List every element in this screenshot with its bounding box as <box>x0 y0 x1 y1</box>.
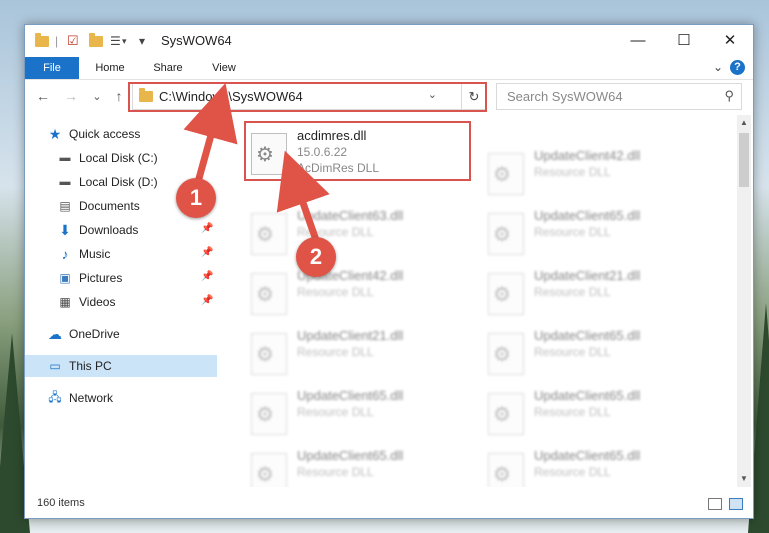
step-badge-2: 2 <box>296 237 336 277</box>
annotation-arrows <box>183 83 330 242</box>
arrow-1 <box>183 83 238 183</box>
step-badge-1: 1 <box>176 178 216 218</box>
arrow-2 <box>276 150 330 242</box>
